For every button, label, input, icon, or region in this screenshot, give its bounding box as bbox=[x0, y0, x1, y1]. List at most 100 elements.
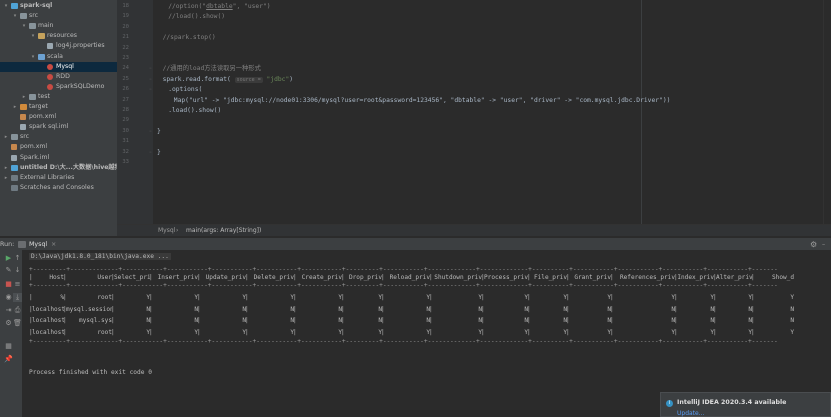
code-line[interactable]: //spark.stop() bbox=[163, 34, 216, 42]
scroll-down-icon[interactable]: ↓ bbox=[13, 266, 22, 275]
line-number: 30 bbox=[122, 127, 129, 134]
code-line[interactable]: Map("url" -> "jdbc:mysql://node01:3306/m… bbox=[174, 97, 671, 105]
fold-marker-icon[interactable]: ◦ bbox=[149, 66, 152, 72]
table-cell: N bbox=[290, 317, 294, 324]
table-cell: mysql.sys bbox=[78, 317, 112, 324]
tree-node[interactable]: pom.xml bbox=[0, 142, 117, 152]
table-border: +---------+-------------+-----------+---… bbox=[29, 282, 778, 289]
chevron-right-icon[interactable]: ▸ bbox=[21, 92, 27, 102]
iml-file-icon bbox=[11, 154, 17, 161]
tree-node-label: test bbox=[38, 92, 50, 100]
code-token: source = bbox=[234, 76, 263, 83]
fold-marker-icon[interactable]: ◦ bbox=[149, 150, 152, 156]
chevron-right-icon[interactable]: ▸ bbox=[3, 132, 9, 142]
code-line[interactable]: spark.read.format( source = "jdbc") bbox=[163, 76, 293, 84]
line-number: 18 bbox=[122, 3, 129, 9]
stop-icon[interactable]: ■ bbox=[4, 280, 13, 289]
chevron-down-icon[interactable]: ▾ bbox=[3, 1, 9, 11]
code-line[interactable]: //option("dbtable", "user") bbox=[168, 3, 270, 11]
tree-node[interactable]: Scratches and Consoles bbox=[0, 183, 117, 193]
table-cell: root bbox=[97, 328, 112, 336]
tree-node[interactable]: RDD bbox=[0, 72, 117, 82]
tree-node[interactable]: ▸ External Libraries bbox=[0, 173, 117, 183]
wrench-icon[interactable]: ✎ bbox=[4, 266, 13, 275]
tree-node[interactable]: spark sql.iml bbox=[0, 122, 117, 132]
chevron-right-icon[interactable]: ▸ bbox=[12, 102, 18, 112]
breadcrumb-item-method[interactable]: main(args: Array[String]) bbox=[186, 225, 261, 237]
chevron-down-icon[interactable]: ▾ bbox=[30, 31, 36, 41]
table-cell: Y bbox=[607, 294, 611, 301]
update-link[interactable]: Update... bbox=[677, 410, 704, 417]
chevron-down-icon[interactable]: ▾ bbox=[21, 21, 27, 31]
table-cell: Y bbox=[146, 328, 150, 336]
line-number: 21 bbox=[122, 34, 129, 41]
line-number: 26 bbox=[122, 86, 129, 93]
chevron-down-icon[interactable]: ▾ bbox=[30, 52, 36, 62]
trash-icon[interactable]: 🗑 bbox=[13, 319, 22, 328]
code-token: "jdbc" bbox=[262, 75, 290, 83]
chevron-right-icon[interactable]: ▸ bbox=[3, 173, 9, 183]
pin-icon[interactable]: 📌 bbox=[4, 355, 13, 364]
code-token: //spark.stop() bbox=[162, 34, 216, 42]
tree-node[interactable]: SparkSQLDemo bbox=[0, 82, 117, 92]
tree-node[interactable]: ▾ spark-sql bbox=[0, 1, 117, 11]
tree-node[interactable]: ▾ main bbox=[0, 21, 117, 31]
tree-node[interactable]: Spark.iml bbox=[0, 153, 117, 163]
camera-icon[interactable]: ◉ bbox=[4, 293, 13, 302]
table-cell: localhost bbox=[32, 305, 64, 313]
code-line[interactable]: .options( bbox=[168, 86, 202, 94]
code-line[interactable]: //load().show() bbox=[168, 13, 225, 21]
exit-icon[interactable]: ⇥ bbox=[4, 306, 13, 315]
layout-icon[interactable]: ▦ bbox=[4, 342, 13, 351]
table-cell: Y bbox=[338, 294, 342, 301]
code-token: //option(" bbox=[168, 3, 207, 10]
tree-node[interactable]: ▾ resources bbox=[0, 31, 117, 41]
settings-icon[interactable]: ⚙ bbox=[4, 319, 13, 328]
tree-node-label: External Libraries bbox=[20, 173, 75, 181]
scroll-to-end-icon[interactable]: ⤓ bbox=[13, 293, 22, 302]
code-line[interactable]: } bbox=[157, 128, 161, 136]
code-editor[interactable] bbox=[153, 0, 831, 224]
table-cell: Y bbox=[194, 328, 198, 336]
chevron-down-icon[interactable]: ▾ bbox=[12, 11, 18, 21]
tree-node[interactable]: ▾ scala bbox=[0, 52, 117, 62]
table-cell: Update_priv bbox=[205, 274, 246, 281]
tree-node[interactable]: ▸ untitled D:\大...大数据\hive越狱书 bbox=[0, 163, 117, 173]
code-line[interactable]: //通用的load方法读取另一种形式 bbox=[163, 65, 261, 73]
chevron-right-icon[interactable]: ▸ bbox=[3, 163, 9, 173]
rerun-icon[interactable]: ▶ bbox=[4, 254, 13, 263]
table-cell: Y bbox=[378, 328, 382, 336]
table-cell: File_priv bbox=[533, 274, 567, 281]
tree-node[interactable]: log4j.properties bbox=[0, 41, 117, 51]
tree-node-label: spark sql.iml bbox=[29, 123, 69, 131]
run-tab-icon bbox=[18, 241, 26, 248]
right-margin-guide bbox=[641, 0, 642, 224]
table-cell: localhost bbox=[32, 317, 64, 324]
tree-node[interactable]: ▸ src bbox=[0, 132, 117, 142]
fold-marker-icon[interactable]: ◦ bbox=[149, 129, 152, 135]
print-icon[interactable]: ⎙ bbox=[13, 306, 22, 315]
editor-scrollbar[interactable] bbox=[823, 0, 831, 224]
tree-node[interactable]: ▸ target bbox=[0, 102, 117, 112]
source-folder-icon bbox=[38, 53, 45, 60]
breadcrumb-item-object[interactable]: Mysql bbox=[158, 225, 175, 237]
tree-node[interactable]: Mysql bbox=[0, 61, 117, 72]
module-folder-icon bbox=[11, 3, 18, 9]
scroll-up-icon[interactable]: ↑ bbox=[13, 254, 22, 263]
tree-node[interactable]: pom.xml bbox=[0, 112, 117, 122]
notification-title: IntelliJ IDEA 2020.3.4 available bbox=[677, 399, 787, 406]
table-cell: N bbox=[607, 317, 611, 324]
code-line[interactable]: } bbox=[157, 149, 161, 157]
table-cell: N bbox=[242, 305, 246, 313]
table-cell: Y bbox=[607, 328, 611, 336]
fold-marker-icon[interactable]: ◦ bbox=[149, 87, 152, 93]
code-token: ", "user") bbox=[232, 3, 271, 10]
code-line[interactable]: .load().show() bbox=[168, 107, 221, 115]
tree-node[interactable]: ▸ test bbox=[0, 92, 117, 102]
update-notification[interactable]: i IntelliJ IDEA 2020.3.4 available Updat… bbox=[660, 392, 831, 417]
line-number: 25 bbox=[122, 75, 129, 82]
tree-node[interactable]: ▾ src bbox=[0, 11, 117, 21]
soft-wrap-icon[interactable]: ≡ bbox=[13, 280, 22, 289]
fold-marker-icon[interactable]: ◦ bbox=[149, 77, 152, 83]
table-cell: N bbox=[194, 317, 198, 324]
